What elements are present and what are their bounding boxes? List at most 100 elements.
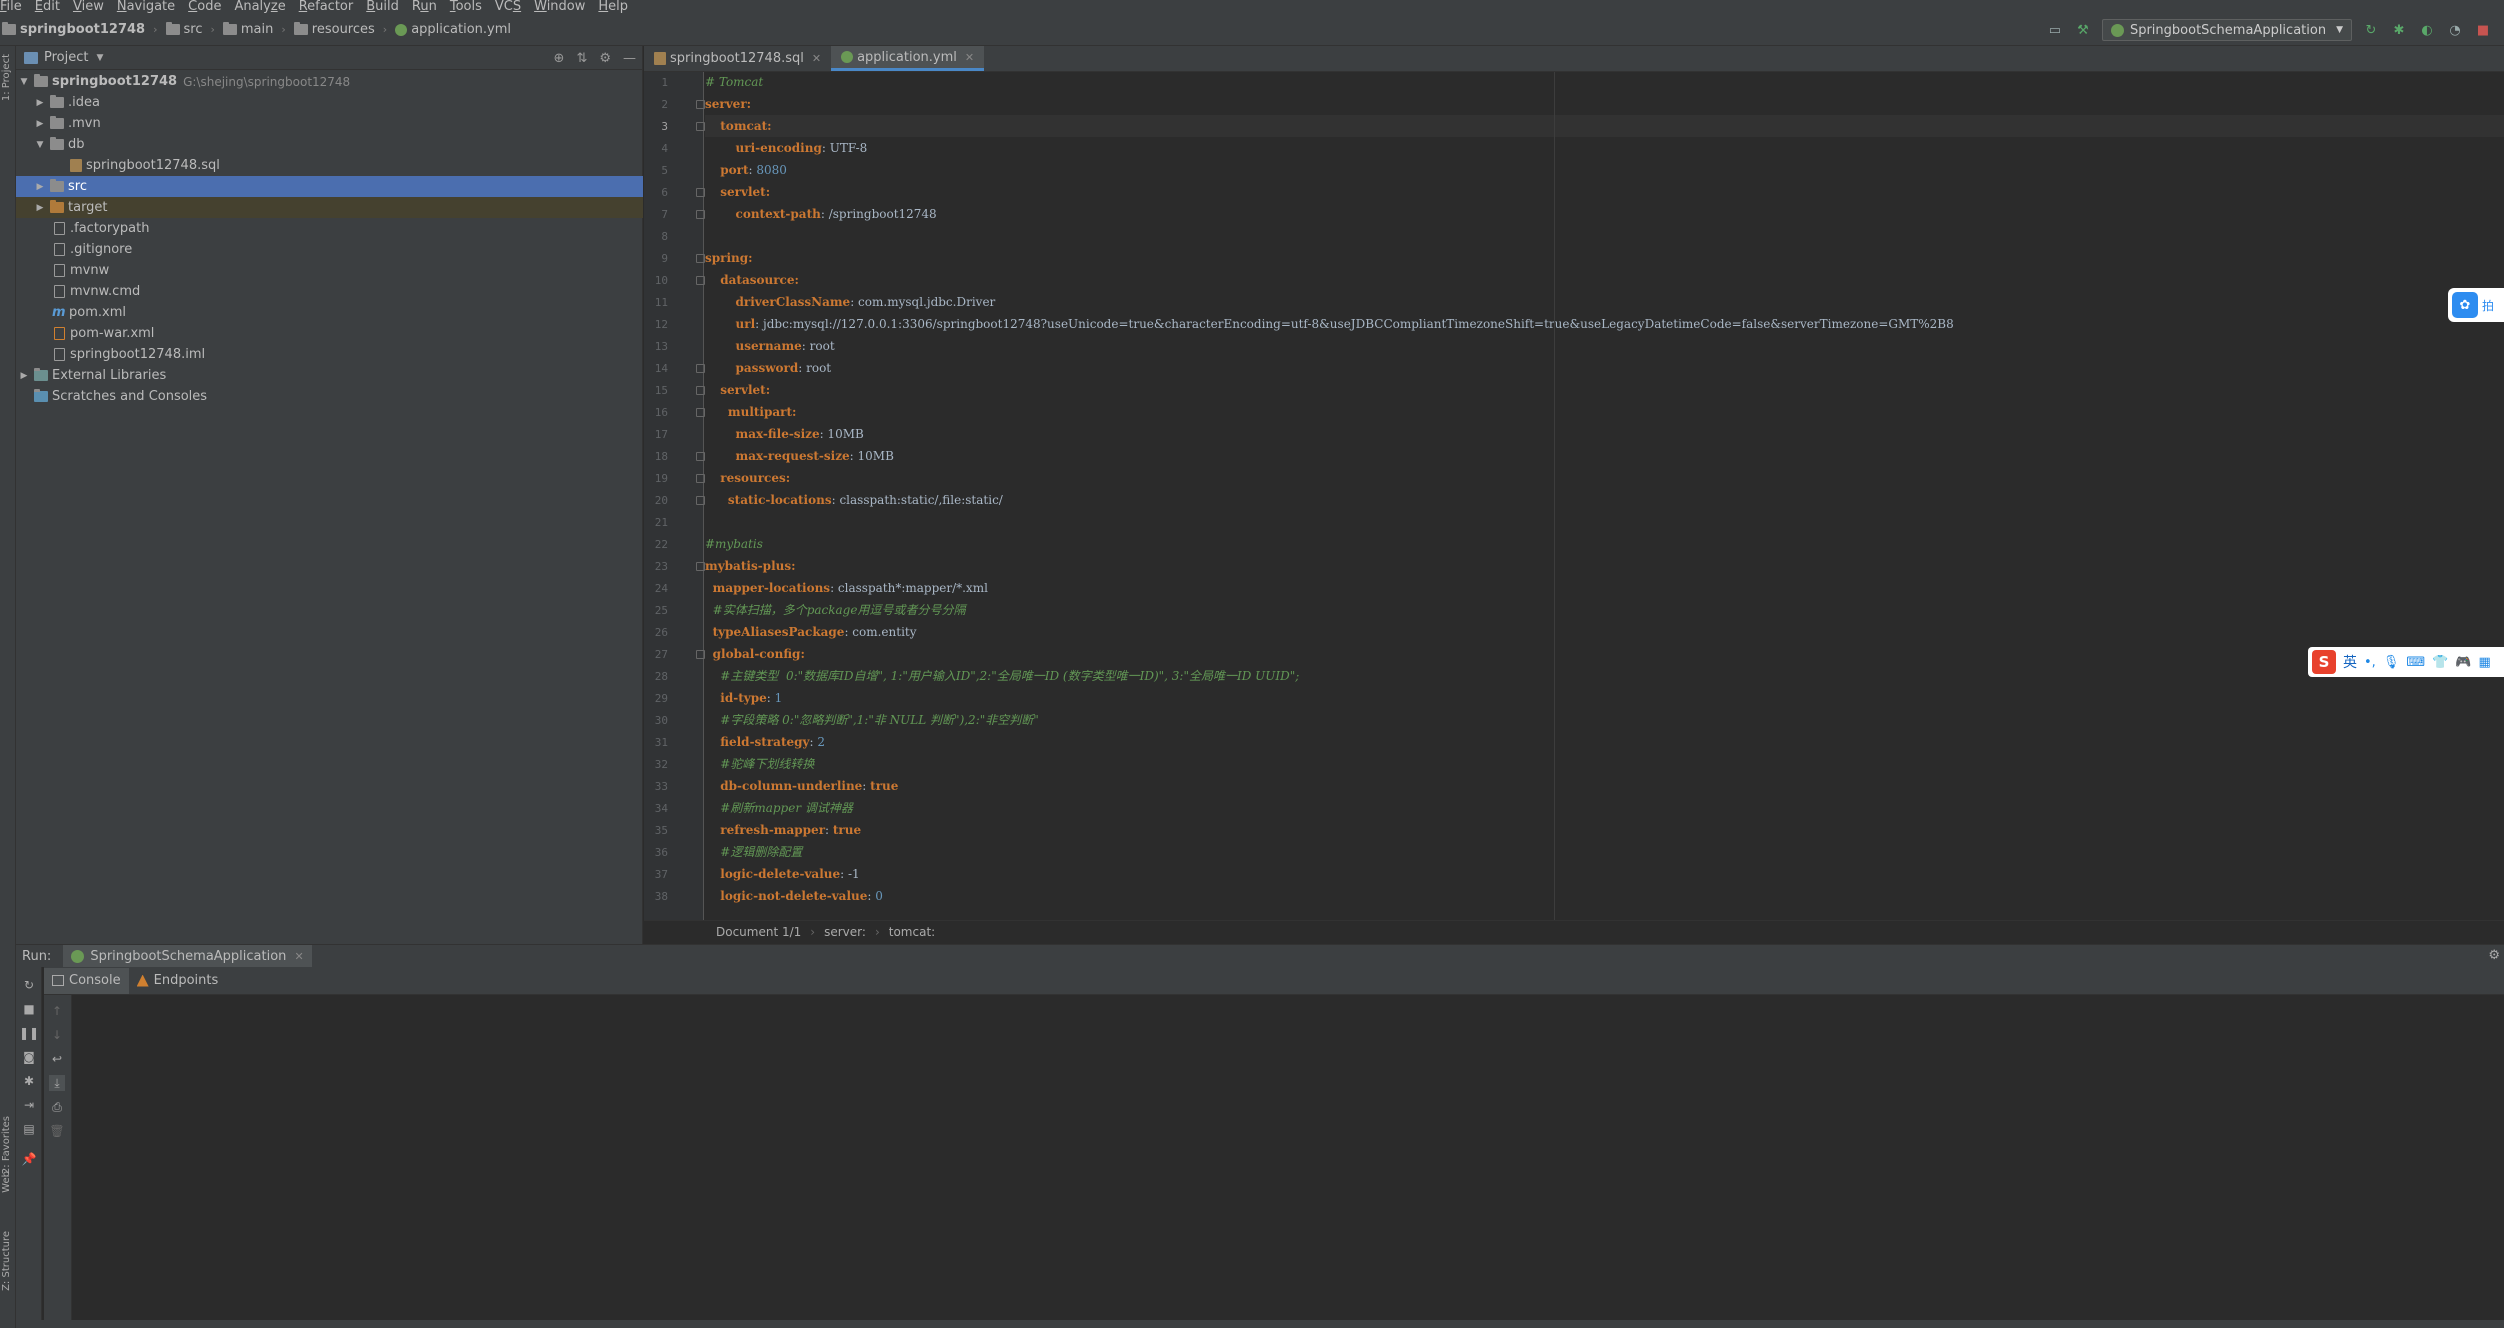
collapse-all-icon[interactable]: ⇅ bbox=[576, 51, 587, 66]
tree-item-external-libraries[interactable]: ▶ External Libraries bbox=[16, 365, 643, 386]
code-line[interactable]: driverClassName: com.mysql.jdbc.Driver bbox=[705, 291, 2504, 313]
code-line[interactable]: #主键类型 0:"数据库ID自增", 1:"用户输入ID",2:"全局唯一ID … bbox=[705, 665, 2504, 687]
tree-item-mvnw[interactable]: mvnw bbox=[16, 260, 643, 281]
rerun-icon[interactable]: ↻ bbox=[21, 977, 37, 993]
breadcrumb-src[interactable]: src › bbox=[165, 22, 223, 37]
tree-item-pom[interactable]: m pom.xml bbox=[16, 302, 643, 323]
menu-item[interactable]: Edit bbox=[35, 0, 60, 14]
fold-marker-icon[interactable] bbox=[696, 408, 705, 417]
breadcrumb-project[interactable]: springboot12748 › bbox=[2, 22, 166, 37]
debug-icon[interactable]: ✱ bbox=[21, 1073, 37, 1089]
fold-marker-icon[interactable] bbox=[696, 650, 705, 659]
code-line[interactable]: db-column-underline: true bbox=[705, 775, 2504, 797]
tree-item-mvn[interactable]: ▶ .mvn bbox=[16, 113, 643, 134]
locate-icon[interactable]: ⊕ bbox=[554, 51, 565, 66]
code-line[interactable]: url: jdbc:mysql://127.0.0.1:3306/springb… bbox=[705, 313, 2504, 335]
code-line[interactable]: username: root bbox=[705, 335, 2504, 357]
tree-item-db[interactable]: ▼ db bbox=[16, 134, 643, 155]
code-line[interactable]: field-strategy: 2 bbox=[705, 731, 2504, 753]
fold-marker-icon[interactable] bbox=[696, 276, 705, 285]
stop-icon[interactable]: ■ bbox=[21, 1001, 37, 1017]
scroll-to-end-icon[interactable]: ⤓ bbox=[49, 1075, 65, 1091]
project-view-select[interactable]: Project bbox=[44, 50, 88, 65]
breadcrumb-file[interactable]: application.yml bbox=[395, 22, 511, 37]
code-line[interactable]: id-type: 1 bbox=[705, 687, 2504, 709]
code-line[interactable]: password: root bbox=[705, 357, 2504, 379]
chevron-right-icon[interactable]: ▶ bbox=[34, 98, 46, 108]
gear-icon[interactable]: ⚙ bbox=[2488, 948, 2500, 963]
menu-item[interactable]: VCS bbox=[495, 0, 521, 14]
breadcrumb-resources[interactable]: resources › bbox=[293, 22, 395, 37]
fold-marker-icon[interactable] bbox=[696, 386, 705, 395]
camera-icon[interactable]: ◙ bbox=[21, 1049, 37, 1065]
fold-marker-icon[interactable] bbox=[696, 122, 705, 131]
toolbox-icon[interactable]: ▦ bbox=[2478, 655, 2490, 670]
code-line[interactable]: spring: bbox=[705, 247, 2504, 269]
code-editor[interactable]: # Tomcat server: tomcat: uri-encoding: UT… bbox=[705, 72, 2504, 920]
close-icon[interactable]: ✕ bbox=[294, 950, 303, 963]
menu-item[interactable]: Navigate bbox=[117, 0, 175, 14]
run-tab-application[interactable]: SpringbootSchemaApplication ✕ bbox=[63, 944, 312, 968]
code-line[interactable]: servlet: bbox=[705, 181, 2504, 203]
arrow-down-icon[interactable]: ↓ bbox=[49, 1027, 65, 1043]
menu-item[interactable]: Refactor bbox=[299, 0, 354, 14]
fold-marker-icon[interactable] bbox=[696, 562, 705, 571]
tree-item-iml[interactable]: springboot12748.iml bbox=[16, 344, 643, 365]
tab-console[interactable]: Console bbox=[44, 967, 129, 994]
chevron-right-icon[interactable]: ▶ bbox=[18, 371, 30, 381]
fold-marker-icon[interactable] bbox=[696, 496, 705, 505]
console-output[interactable] bbox=[73, 996, 2504, 1328]
code-line[interactable]: datasource: bbox=[705, 269, 2504, 291]
close-icon[interactable]: ✕ bbox=[812, 52, 821, 65]
code-line[interactable]: #实体扫描，多个package用逗号或者分号分隔 bbox=[705, 599, 2504, 621]
code-line[interactable]: global-config: bbox=[705, 643, 2504, 665]
tree-item-sql-file[interactable]: springboot12748.sql bbox=[16, 155, 643, 176]
menu-item[interactable]: Tools bbox=[450, 0, 482, 14]
tab-endpoints[interactable]: Endpoints bbox=[129, 968, 227, 994]
code-line[interactable]: static-locations: classpath:static/,file… bbox=[705, 489, 2504, 511]
menu-item[interactable]: Window bbox=[534, 0, 585, 14]
chevron-down-icon[interactable]: ▼ bbox=[18, 77, 30, 87]
pin-icon[interactable]: 📌 bbox=[21, 1151, 37, 1167]
exit-icon[interactable]: ⇥ bbox=[21, 1097, 37, 1113]
breadcrumb-document[interactable]: Document 1/1 bbox=[716, 925, 801, 939]
project-tool-tab[interactable]: 1: Project bbox=[1, 54, 12, 101]
tree-item-gitignore[interactable]: .gitignore bbox=[16, 239, 643, 260]
game-icon[interactable]: 🎮 bbox=[2455, 655, 2471, 670]
tree-item-root[interactable]: ▼ springboot12748 G:\shejing\springboot1… bbox=[16, 71, 643, 92]
tree-item-pom-war[interactable]: pom-war.xml bbox=[16, 323, 643, 344]
fold-marker-icon[interactable] bbox=[696, 254, 705, 263]
code-line[interactable]: logic-not-delete-value: 0 bbox=[705, 885, 2504, 907]
soft-wrap-icon[interactable]: ↩ bbox=[49, 1051, 65, 1067]
breadcrumb-main[interactable]: main › bbox=[222, 22, 294, 37]
ime-language-toggle[interactable]: 英 bbox=[2343, 652, 2357, 672]
structure-tool-tab[interactable]: Z: Structure bbox=[1, 1231, 12, 1291]
menu-item[interactable]: Build bbox=[366, 0, 399, 14]
tree-item-factorypath[interactable]: .factorypath bbox=[16, 218, 643, 239]
gear-icon[interactable]: ⚙ bbox=[599, 51, 611, 66]
code-line[interactable]: port: 8080 bbox=[705, 159, 2504, 181]
pause-icon[interactable]: ❚❚ bbox=[19, 1025, 39, 1041]
tab-application-yml[interactable]: application.yml ✕ bbox=[831, 46, 985, 71]
menu-item[interactable]: Analyze bbox=[234, 0, 285, 14]
fold-marker-icon[interactable] bbox=[696, 100, 705, 109]
keyboard-icon[interactable]: ⌨ bbox=[2406, 655, 2425, 670]
code-line[interactable]: refresh-mapper: true bbox=[705, 819, 2504, 841]
code-line[interactable]: #mybatis bbox=[705, 533, 2504, 555]
web-tool-tab[interactable]: Web bbox=[1, 1171, 12, 1193]
code-line[interactable]: resources: bbox=[705, 467, 2504, 489]
chevron-right-icon[interactable]: ▶ bbox=[34, 203, 46, 213]
chevron-right-icon[interactable]: ▶ bbox=[34, 119, 46, 129]
code-line[interactable]: server: bbox=[705, 93, 2504, 115]
coverage-icon[interactable]: ◐ bbox=[2418, 21, 2436, 39]
baidu-input-widget[interactable]: ✿ 拍 bbox=[2448, 288, 2504, 322]
layout-icon[interactable]: ▤ bbox=[21, 1121, 37, 1137]
fold-marker-icon[interactable] bbox=[696, 188, 705, 197]
code-line[interactable]: logic-delete-value: -1 bbox=[705, 863, 2504, 885]
stop-icon[interactable]: ■ bbox=[2474, 21, 2492, 39]
code-line[interactable]: uri-encoding: UTF-8 bbox=[705, 137, 2504, 159]
project-structure-icon[interactable]: ▭ bbox=[2046, 21, 2064, 39]
code-line[interactable]: mybatis-plus: bbox=[705, 555, 2504, 577]
code-line[interactable]: max-request-size: 10MB bbox=[705, 445, 2504, 467]
menu-item[interactable]: Code bbox=[188, 0, 221, 14]
